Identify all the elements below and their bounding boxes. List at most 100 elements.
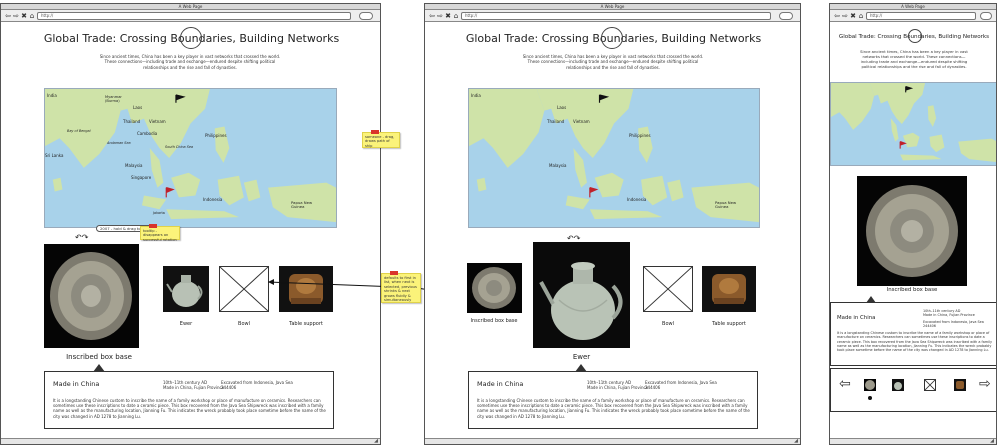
window-statusbar: ◢ [1,438,380,444]
inscribed-box-caption: Inscribed box base [66,353,132,361]
search-pill[interactable] [779,12,793,20]
map-label-andaman-sea: Andaman Sea [107,141,131,145]
window-statusbar: ◢ [830,438,996,444]
carousel-thumb-bowl[interactable] [924,379,936,391]
map-label-malaysia: Malaysia [125,163,143,168]
focus-circle [180,27,202,49]
carousel-thumb-ewer[interactable] [892,379,904,391]
sticky-note-default-text: defaults to first in list, when next is … [384,276,417,303]
detail-title: Made in China [477,380,524,388]
detail-body: It is a longstanding Chinese custom to i… [837,331,993,353]
detail-body: It is a longstanding Chinese custom to i… [477,398,750,419]
map-label-myanmar: Myanmar (Burma) [105,95,122,104]
map-label-thailand: Thailand [547,119,565,124]
pushpin-icon [390,271,398,275]
pushpin-icon [371,130,379,134]
forward-icon[interactable]: ⇨ [841,12,849,20]
detail-meta-number: 244406 [645,385,661,390]
trade-map[interactable]: India Laos Thailand Vietnam Philippines … [468,88,760,228]
carousel-thumb-table[interactable] [954,379,966,391]
focus-circle [601,27,623,49]
browser-window-desktop-default: A Web Page ⇦ ⇨ ✖ ⌂ http:// Global Trade: Cr… [0,3,381,445]
map-label-vietnam: Vietnam [573,119,590,124]
detail-body: It is a longstanding Chinese custom to i… [53,398,326,419]
back-icon[interactable]: ⇦ [428,12,436,20]
inscribed-box-image[interactable] [44,244,139,348]
rotate-glyph: ↶↷ [75,233,89,242]
table-support-caption: Table support [712,321,746,327]
carousel-active-dot [868,396,872,400]
home-icon[interactable]: ⌂ [857,12,865,20]
map-label-jakarta: Jakarta [153,211,165,215]
inscribed-box-caption: Inscribed box base [886,287,938,293]
bowl-placeholder-image[interactable] [219,266,269,312]
detail-meta-place: Made in China, Fujian Province [923,313,975,317]
map-label-laos: Laos [133,105,143,110]
detail-panel: Made in China 10th–11th century AD Made … [44,371,334,429]
home-icon[interactable]: ⌂ [28,12,36,20]
ewer-caption: Ewer [572,353,591,361]
detail-title: Made in China [53,380,100,388]
sticky-note-map-text: someone - drag, draws path of ship [365,135,395,148]
browser-toolbar: ⇦ ⇨ ✖ ⌂ http:// [1,10,380,22]
map-label-south-china-sea: South China Sea [165,145,194,149]
browser-toolbar: ⇦ ⇨ ✖ ⌂ http:// [425,10,800,22]
url-input[interactable]: http:// [461,12,771,20]
sticky-note-tooltip-text: tooltip - disappears on successful rotat… [143,229,177,242]
map-label-singapore: Singapore [131,175,152,180]
search-pill[interactable] [980,12,992,20]
url-input[interactable]: http:// [866,12,976,20]
carousel-thumb-inscribed[interactable] [864,379,876,391]
map-label-malaysia: Malaysia [549,163,567,168]
close-icon[interactable]: ✖ [849,12,857,20]
browser-window-desktop-ewer: A Web Page ⇦ ⇨ ✖ ⌂ http:// Global Trade: Cr… [424,3,801,445]
search-pill[interactable] [359,12,373,20]
sticky-note-tooltip: tooltip - disappears on successful rotat… [140,224,180,242]
table-support-thumbnail[interactable] [279,266,333,312]
close-icon[interactable]: ✖ [444,12,452,20]
inscribed-box-thumbnail[interactable] [467,263,522,313]
bowl-caption: Bowl [662,321,674,327]
inscribed-box-image[interactable] [857,176,967,286]
map-label-sri-lanka: Sri Lanka [45,153,64,158]
map-label-thailand: Thailand [123,119,141,124]
close-icon[interactable]: ✖ [20,12,28,20]
map-label-bay-of-bengal: Bay of Bengal [67,129,91,133]
sticky-note-default: defaults to first in list, when next is … [381,271,421,303]
ewer-thumbnail[interactable] [163,266,209,312]
detail-panel: Made in China 10th–11th century AD Made … [830,302,996,366]
detail-meta-place: Made in China, Fujian Province [163,385,225,390]
forward-icon[interactable]: ⇨ [12,12,20,20]
focus-circle [908,29,922,43]
back-icon[interactable]: ⇦ [4,12,12,20]
map-label-laos: Laos [557,105,567,110]
trade-map[interactable]: India Myanmar (Burma) Laos Thailand Viet… [44,88,337,228]
bowl-placeholder-image[interactable] [643,266,693,312]
browser-window-mobile: A Web Page ⇦ ⇨ ✖ ⌂ http:// Global Trade: Cr… [829,3,997,445]
map-label-india: India [471,93,481,98]
trade-map[interactable] [830,82,996,166]
table-support-caption: Table support [289,321,323,327]
back-icon[interactable]: ⇦ [833,12,841,20]
carousel-prev-arrow-icon[interactable]: ⇦ [839,377,851,391]
url-input[interactable]: http:// [37,12,351,20]
intro-text: Since ancient times, China has been a ke… [522,54,704,70]
map-label-vietnam: Vietnam [149,119,166,124]
ewer-image[interactable] [533,242,630,348]
home-icon[interactable]: ⌂ [452,12,460,20]
map-label-papua: Papua New Guinea [715,200,737,210]
table-support-thumbnail[interactable] [702,266,756,312]
forward-icon[interactable]: ⇨ [436,12,444,20]
carousel-next-arrow-icon[interactable]: ⇨ [979,377,991,391]
resize-grip-icon[interactable]: ◢ [374,438,378,444]
ewer-caption: Ewer [179,321,193,327]
detail-meta-number: 244406 [221,385,237,390]
sticky-note-map: someone - drag, draws path of ship [362,130,400,148]
resize-grip-icon[interactable]: ◢ [794,438,798,444]
intro-text: Since ancient times, China has been a ke… [99,54,281,70]
detail-meta-place: Made in China, Fujian Province [587,385,649,390]
detail-title: Made in China [837,315,876,321]
resize-grip-icon[interactable]: ◢ [990,438,994,444]
pushpin-icon [149,224,157,228]
map-label-indonesia: Indonesia [627,197,647,202]
